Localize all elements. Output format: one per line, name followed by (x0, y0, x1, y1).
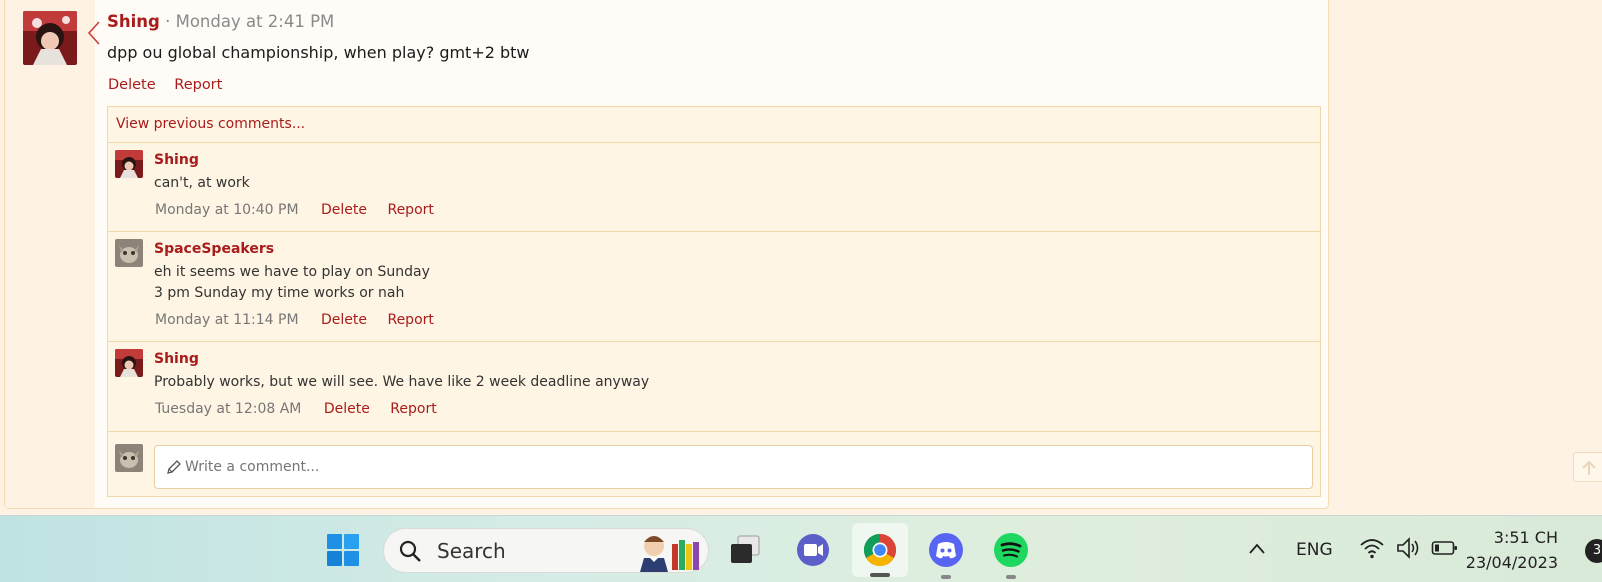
comments-section: View previous comments... Shing can't, a… (107, 106, 1321, 497)
comment-line: can't, at work (154, 175, 250, 191)
chevron-up-icon[interactable] (1247, 540, 1267, 558)
comment-author[interactable]: Shing (154, 152, 199, 168)
search-highlight-image (640, 536, 699, 572)
delete-button[interactable]: Delete (321, 202, 367, 218)
chrome-icon (863, 533, 897, 567)
comment: Shing can't, at work Monday at 10:40 PM … (108, 143, 1320, 232)
comment-text: Probably works, but we will see. We have… (154, 372, 649, 393)
taskbar-search[interactable]: Search (383, 528, 709, 573)
windows-start-icon[interactable] (326, 533, 360, 567)
comment-time[interactable]: Monday at 11:14 PM (155, 312, 299, 328)
taskbar: Search ENG 3:51 CH 23/04/2023 3 (0, 515, 1602, 582)
comment-meta: Monday at 11:14 PM Delete Report (155, 312, 450, 328)
scroll-top-button[interactable] (1573, 452, 1602, 482)
search-label: Search (437, 539, 506, 563)
view-previous-comments-link[interactable]: View previous comments... (108, 107, 1320, 143)
avatar[interactable] (115, 444, 143, 472)
comment-line: eh it seems we have to play on Sunday (154, 264, 430, 280)
comment-input[interactable] (154, 445, 1313, 489)
comment-text: eh it seems we have to play on Sunday 3 … (154, 262, 430, 304)
clock-date[interactable]: 23/04/2023 (1466, 553, 1558, 572)
search-icon (399, 540, 421, 562)
language-indicator[interactable]: ENG (1296, 540, 1333, 560)
write-comment-row (108, 437, 1320, 497)
post-actions: Delete Report (108, 77, 236, 93)
delete-button[interactable]: Delete (108, 77, 156, 93)
clock-time[interactable]: 3:51 CH (1494, 528, 1558, 547)
comment-line: Probably works, but we will see. We have… (154, 374, 650, 390)
post-author[interactable]: Shing (107, 12, 160, 31)
discord-icon[interactable] (928, 532, 964, 568)
comment-meta: Tuesday at 12:08 AM Delete Report (155, 401, 453, 417)
report-button[interactable]: Report (387, 312, 433, 328)
notification-badge[interactable]: 3 (1585, 539, 1602, 563)
avatar[interactable] (115, 349, 143, 377)
running-indicator (941, 575, 951, 579)
post-gutter (5, 0, 95, 508)
active-indicator (870, 573, 890, 577)
comment-time[interactable]: Tuesday at 12:08 AM (155, 401, 301, 417)
post-header: Shing · Monday at 2:41 PM (107, 12, 334, 31)
comment: SpaceSpeakers eh it seems we have to pla… (108, 232, 1320, 342)
collapse-arrow-icon[interactable] (85, 20, 103, 46)
delete-button[interactable]: Delete (324, 401, 370, 417)
report-button[interactable]: Report (387, 202, 433, 218)
running-indicator (1006, 575, 1016, 579)
comment-time[interactable]: Monday at 10:40 PM (155, 202, 299, 218)
comment-meta: Monday at 10:40 PM Delete Report (155, 202, 450, 218)
comment-author[interactable]: SpaceSpeakers (154, 241, 274, 257)
chrome-taskbar-button[interactable] (852, 523, 908, 577)
separator: · (165, 12, 171, 31)
report-button[interactable]: Report (174, 77, 222, 93)
volume-icon[interactable] (1396, 536, 1422, 560)
video-call-icon[interactable] (795, 532, 831, 568)
avatar[interactable] (115, 150, 143, 178)
wifi-icon[interactable] (1359, 536, 1385, 560)
spotify-icon[interactable] (993, 532, 1029, 568)
avatar[interactable] (115, 239, 143, 267)
delete-button[interactable]: Delete (321, 312, 367, 328)
scroll-top-icon (1582, 460, 1596, 475)
post-body: dpp ou global championship, when play? g… (107, 43, 530, 62)
report-button[interactable]: Report (390, 401, 436, 417)
comment-text: can't, at work (154, 173, 250, 194)
comment-author[interactable]: Shing (154, 351, 199, 367)
avatar[interactable] (23, 11, 77, 65)
pencil-icon (167, 460, 181, 474)
battery-icon[interactable] (1431, 539, 1459, 557)
comment-line: 3 pm Sunday my time works or nah (154, 285, 405, 301)
task-view-icon[interactable] (728, 533, 762, 567)
page: Shing · Monday at 2:41 PM dpp ou global … (0, 0, 1602, 515)
comment: Shing Probably works, but we will see. W… (108, 342, 1320, 432)
post-card: Shing · Monday at 2:41 PM dpp ou global … (4, 0, 1329, 509)
post-time[interactable]: Monday at 2:41 PM (176, 12, 335, 31)
